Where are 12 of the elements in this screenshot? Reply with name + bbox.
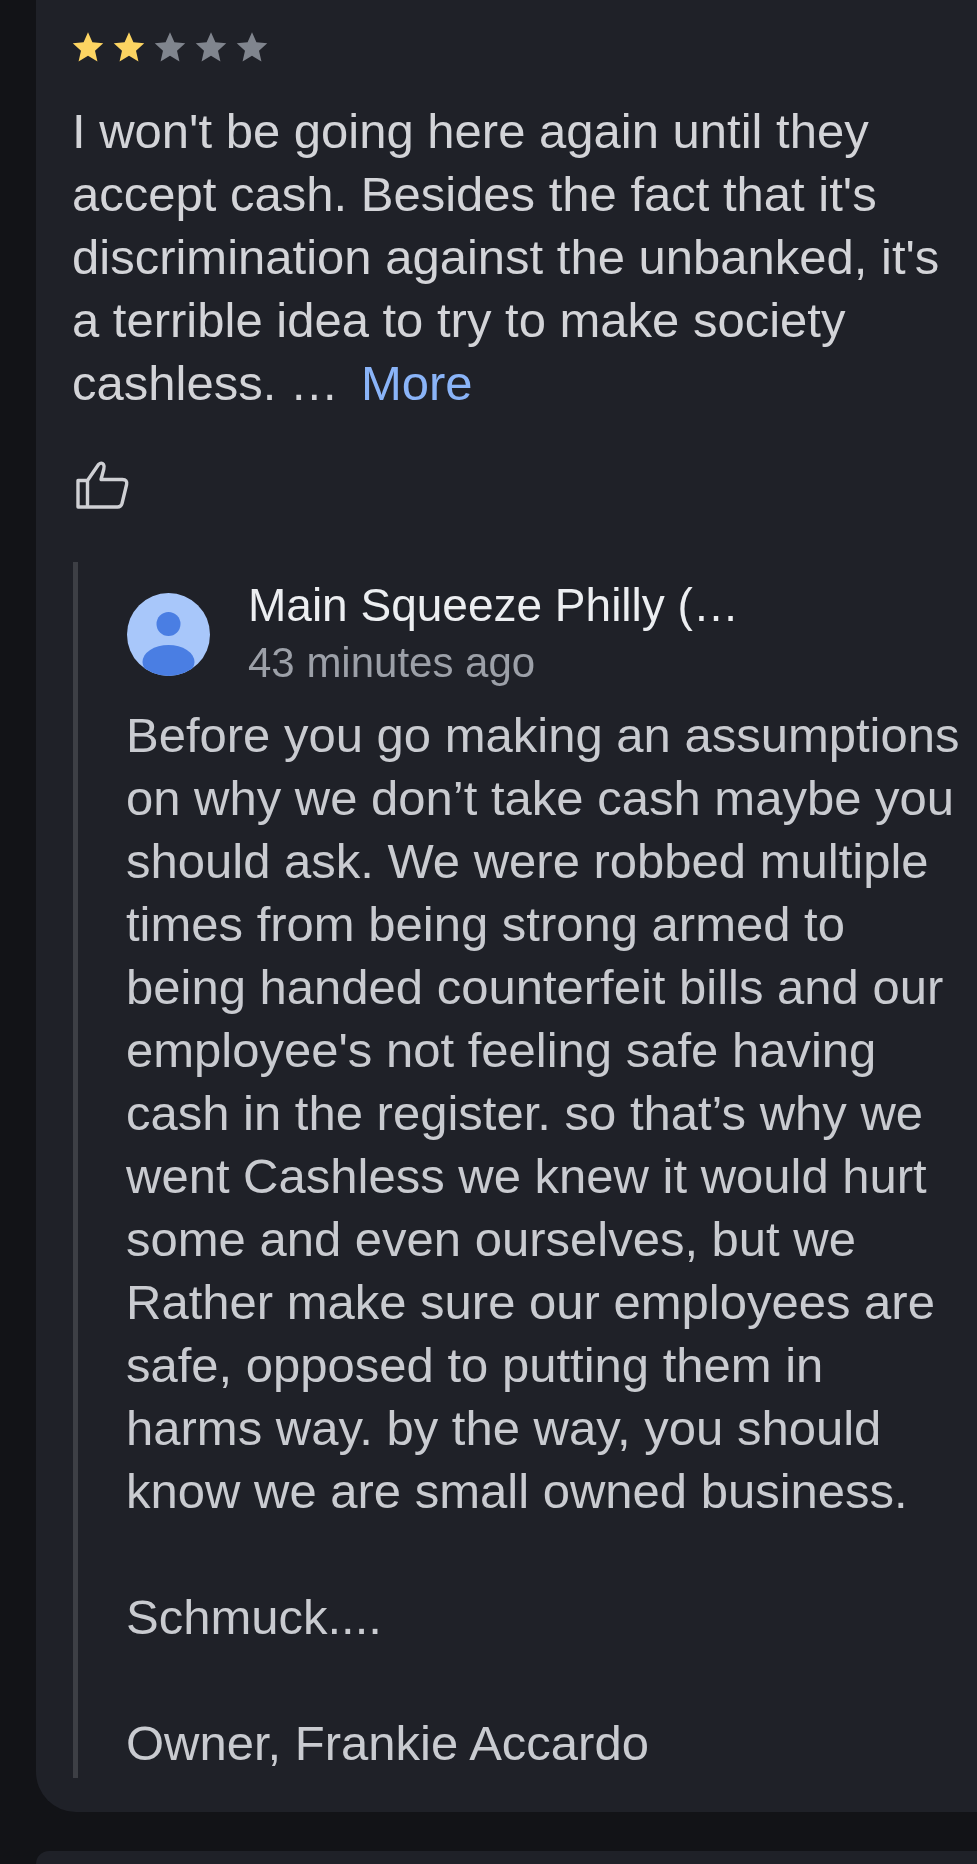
reply-text: Before you go making an assumptions on why we don’t take cash maybe you should ask. We were robbed multiple times from being strong armed to being handed counterfeit bills and our employee's not feeling safe having cash in the register. so that’s why we went Cashless we knew it would hurt some and even ourselves, but we Rather make sure our employees are safe, opposed to putting them in harms way. by the way, you should know we are small owned business. Schmuck.... Owner, Frankie Accardo [126, 707, 960, 1772]
owner-name: Main Squeeze Philly (… [248, 578, 739, 633]
star-icon [154, 31, 186, 63]
thumbs-up-icon[interactable] [76, 461, 129, 509]
star-icon [72, 31, 104, 63]
review-text: I won't be going here again until they accept cash. Besides the fact that it's discrimination against the unbanked, it's a terrible idea to try to make society cashless. … More [72, 103, 940, 412]
star-icon [195, 31, 227, 63]
more-link[interactable]: More [360, 356, 473, 410]
star-icon [236, 31, 268, 63]
star-icon [113, 31, 145, 63]
avatar-icon [127, 592, 210, 676]
reply-time: 43 minutes ago [248, 638, 536, 688]
